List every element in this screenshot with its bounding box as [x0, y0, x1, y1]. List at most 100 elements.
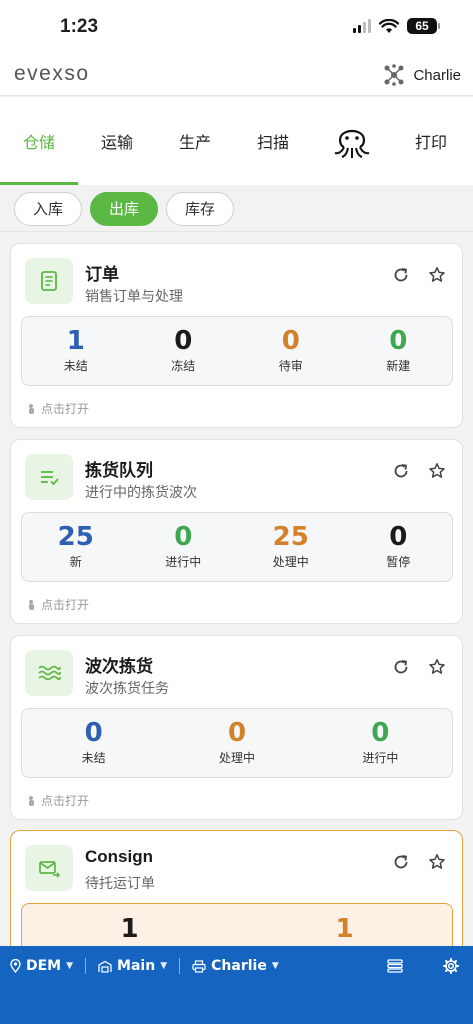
battery-level: 65 [415, 19, 429, 33]
card-orders[interactable]: 订单 销售订单与处理 1 未结 0 冻结 0 待审 0 新建 点击打开 [10, 243, 463, 428]
stat-value: 0 [389, 326, 408, 356]
location-selector[interactable]: DEM ▼ [10, 958, 73, 974]
layers-icon[interactable] [387, 959, 403, 973]
stat-value: 0 [227, 718, 247, 748]
stats-panel: 1 未结 0 冻结 0 待审 0 新建 [21, 316, 453, 386]
stat-label: 进行中 [362, 751, 399, 765]
card-subtitle: 待托运订单 [85, 876, 155, 892]
user-menu[interactable]: Charlie [383, 64, 461, 86]
top-nav: 仓储 运输 生产 扫描 打印 [0, 97, 473, 185]
stat-value: 1 [335, 914, 354, 944]
card-wave-picking[interactable]: 波次拣货 波次拣货任务 0 未结 0 处理中 0 进行中 点击打开 [10, 635, 463, 820]
stat-item[interactable]: 0 暂停 [345, 513, 453, 581]
printer-label: Charlie [211, 958, 267, 974]
stat-label: 未结 [63, 359, 88, 373]
tap-hint: 点击打开 [27, 400, 89, 417]
stat-item[interactable]: 1 未结 [22, 317, 130, 385]
stat-label: 暂停 [386, 555, 411, 569]
tap-hint-text: 点击打开 [41, 598, 90, 612]
location-pin-icon [10, 959, 21, 973]
logo: evexso [14, 62, 90, 85]
bottom-actions [387, 958, 459, 974]
stat-item[interactable]: 25 新 [22, 513, 130, 581]
star-icon[interactable] [428, 658, 446, 676]
stat-item[interactable]: 0 处理中 [165, 709, 308, 777]
printer-selector[interactable]: Charlie ▼ [192, 958, 279, 974]
divider [179, 958, 181, 974]
tab-print[interactable]: 打印 [392, 97, 470, 185]
stat-label: 待审 [278, 359, 303, 373]
stat-value: 1 [120, 914, 139, 944]
bottom-bar-row: DEM ▼ Main ▼ Charlie ▼ [10, 958, 459, 974]
warehouse-selector[interactable]: Main ▼ [98, 958, 167, 974]
stat-item[interactable]: 0 新建 [345, 317, 453, 385]
gear-icon[interactable] [443, 958, 459, 974]
divider [85, 958, 87, 974]
stat-item[interactable]: 0 冻结 [130, 317, 238, 385]
card-subtitle: 进行中的拣货波次 [85, 485, 197, 501]
tap-icon [29, 795, 34, 806]
chevron-down-icon: ▼ [66, 961, 74, 971]
card-pick-queue[interactable]: 拣货队列 进行中的拣货波次 25 新 0 进行中 25 处理中 0 暂停 点击打开 [10, 439, 463, 624]
stat-label: 处理中 [272, 555, 309, 569]
status-time: 1:23 [60, 16, 99, 37]
stat-value: 0 [389, 522, 408, 552]
stats-panel: 25 新 0 进行中 25 处理中 0 暂停 [21, 512, 453, 582]
sub-tabs: 入库 出库 库存 [0, 186, 473, 232]
tap-icon [29, 599, 34, 610]
chevron-down-icon: ▼ [160, 961, 168, 971]
stat-value: 1 [66, 326, 85, 356]
stat-item[interactable]: 0 未结 [22, 709, 165, 777]
waves-icon [25, 650, 73, 696]
refresh-icon[interactable] [392, 462, 410, 480]
star-icon[interactable] [428, 853, 446, 871]
refresh-icon[interactable] [392, 658, 410, 676]
tap-hint: 点击打开 [27, 792, 89, 809]
stat-label: 进行中 [165, 555, 202, 569]
stat-label: 冻结 [171, 359, 196, 373]
octopus-icon[interactable] [312, 122, 392, 160]
subtab-inbound[interactable]: 入库 [14, 191, 83, 226]
tab-warehouse[interactable]: 仓储 [0, 97, 78, 185]
user-name: Charlie [413, 66, 461, 84]
stat-value: 0 [281, 326, 300, 356]
stat-value: 0 [174, 326, 193, 356]
network-icon [384, 64, 404, 86]
document-icon [25, 258, 73, 304]
battery-icon: 65 [407, 18, 440, 34]
star-icon[interactable] [428, 462, 446, 480]
stat-item[interactable]: 25 处理中 [237, 513, 345, 581]
stat-item[interactable]: 0 进行中 [130, 513, 238, 581]
star-icon[interactable] [428, 266, 446, 284]
tab-transport[interactable]: 运输 [78, 97, 156, 185]
status-bar: 1:23 65 [0, 0, 473, 56]
stat-item[interactable]: 0 待审 [237, 317, 345, 385]
app-header: evexso Charlie [0, 56, 473, 96]
card-title: 订单 [85, 265, 119, 285]
location-label: DEM [26, 958, 62, 974]
tab-scan[interactable]: 扫描 [234, 97, 312, 185]
stat-value: 0 [174, 522, 193, 552]
stat-value: 25 [57, 522, 94, 552]
chevron-down-icon: ▼ [271, 961, 279, 971]
refresh-icon[interactable] [392, 266, 410, 284]
signal-icon [353, 19, 371, 33]
stat-value: 0 [371, 718, 390, 748]
refresh-icon[interactable] [392, 853, 410, 871]
checklist-icon [25, 454, 73, 500]
stats-panel: 0 未结 0 处理中 0 进行中 [21, 708, 453, 778]
subtab-inventory[interactable]: 库存 [166, 191, 235, 226]
card-subtitle: 销售订单与处理 [85, 289, 183, 305]
bottom-bar: DEM ▼ Main ▼ Charlie ▼ [0, 946, 473, 1024]
card-subtitle: 波次拣货任务 [85, 681, 169, 697]
warehouse-icon [98, 960, 112, 973]
subtab-outbound[interactable]: 出库 [90, 191, 159, 226]
stat-label: 处理中 [218, 751, 255, 765]
stat-value: 25 [272, 522, 309, 552]
printer-icon [192, 959, 206, 973]
stat-item[interactable]: 0 进行中 [309, 709, 452, 777]
wifi-icon [379, 18, 399, 33]
tap-hint: 点击打开 [27, 596, 89, 613]
tab-production[interactable]: 生产 [156, 97, 234, 185]
card-title: 拣货队列 [85, 461, 153, 481]
